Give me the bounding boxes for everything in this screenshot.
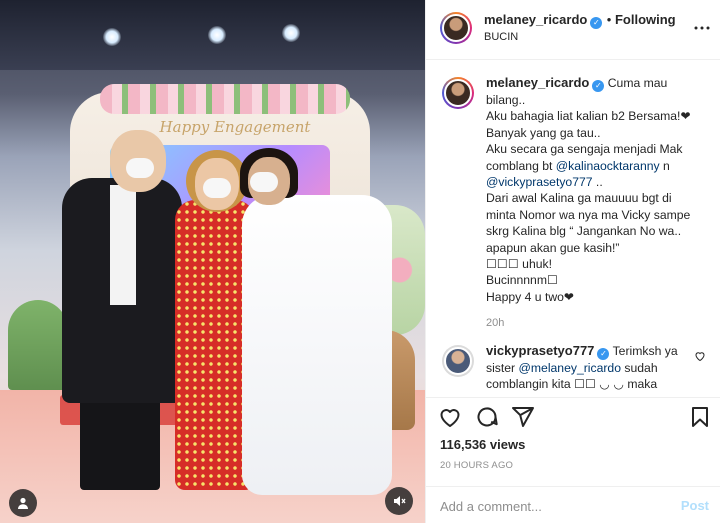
caption-line: bilang.. — [486, 93, 526, 107]
caption-username[interactable]: melaney_ricardo — [486, 75, 589, 90]
avatar[interactable] — [442, 77, 474, 109]
reply-first-line: Terimksh ya — [612, 344, 678, 358]
caption-comment: melaney_ricardo ✓ Cuma mau bilang.. Aku b… — [442, 75, 707, 335]
caption-line: apapun akan gue kasih!” — [486, 240, 620, 255]
caption-line: Aku secara ga sengaja menjadi Mak — [486, 142, 683, 157]
caption-line: ☐☐☐ uhuk! — [486, 257, 552, 272]
white-gown — [242, 195, 392, 495]
following-button[interactable]: Following — [615, 12, 676, 27]
caption-timestamp[interactable]: 20h — [486, 315, 696, 331]
studio-light — [282, 24, 300, 42]
header-user-row: melaney_ricardo ✓ • Following — [484, 11, 676, 29]
bookmark-icon[interactable] — [688, 405, 714, 431]
verified-badge-icon: ✓ — [592, 80, 605, 92]
studio-light — [208, 26, 226, 44]
man-shirt — [110, 185, 136, 305]
mention-link[interactable]: @vickyprasetyo777 — [486, 175, 593, 189]
potted-plant — [8, 300, 68, 390]
caption-line: melaney_ricardo ✓ Cuma mau — [486, 75, 696, 92]
more-icon[interactable] — [693, 19, 711, 37]
action-bar: 116,536 views 20 HOURS AGO Post — [426, 397, 720, 523]
caption-line: Banyak yang ga tau.. — [486, 125, 601, 140]
post-timestamp[interactable]: 20 HOURS AGO — [440, 460, 513, 471]
speaker-muted-icon[interactable] — [385, 487, 413, 515]
heart-icon[interactable] — [438, 405, 464, 431]
verified-badge-icon: ✓ — [597, 348, 610, 360]
small-heart-icon[interactable] — [694, 349, 706, 362]
share-icon[interactable] — [511, 405, 537, 431]
caption-line: @vickyprasetyo777 .. — [486, 174, 696, 190]
reply-line: comblangin kita ☐☐ ◡ ◡ maka — [486, 377, 658, 392]
face-mask — [126, 158, 154, 178]
view-count[interactable]: 116,536 views — [440, 437, 525, 452]
face-mask — [203, 178, 231, 198]
mention-link[interactable]: @kalinaocktaranny — [556, 159, 660, 173]
caption-first-line: Cuma mau — [607, 76, 668, 90]
caption-line: comblang bt @kalinaocktaranny n — [486, 158, 696, 174]
caption-text: melaney_ricardo ✓ Cuma mau bilang.. Aku b… — [486, 75, 696, 332]
caption-line: skrg Kalina blg “ Jangankan No wa.. — [486, 224, 682, 239]
engagement-sign: Happy Engagement — [159, 118, 311, 136]
post-panel: melaney_ricardo ✓ • Following BUCIN melan… — [425, 0, 720, 523]
reply-username[interactable]: vickyprasetyo777 — [486, 343, 594, 358]
flower-garland — [100, 84, 350, 114]
reply-line: vickyprasetyo777 ✓ Terimksh ya — [486, 343, 696, 360]
comment-icon[interactable] — [475, 405, 501, 431]
caption-fragment: n — [659, 158, 670, 173]
reply-fragment: sister — [486, 361, 519, 375]
separator-dot: • — [606, 12, 615, 27]
avatar[interactable] — [442, 345, 474, 377]
studio-light — [103, 28, 121, 46]
reply-text: vickyprasetyo777 ✓ Terimksh ya sister @me… — [486, 343, 696, 393]
reply-comment: vickyprasetyo777 ✓ Terimksh ya sister @me… — [442, 343, 707, 396]
caption-line: Aku bahagia liat kalian b2 Bersama!❤ — [486, 109, 691, 124]
reply-fragment: sudah — [621, 361, 658, 375]
header-username[interactable]: melaney_ricardo — [484, 12, 587, 27]
verified-badge-icon: ✓ — [590, 17, 603, 29]
mention-link[interactable]: @melaney_ricardo — [519, 361, 621, 375]
post-header: melaney_ricardo ✓ • Following BUCIN — [426, 0, 720, 60]
post-media[interactable]: Happy Engagement — [0, 0, 425, 523]
face-mask — [250, 172, 278, 192]
caption-fragment: comblang bt — [486, 158, 556, 173]
location-label[interactable]: BUCIN — [484, 31, 518, 43]
caption-fragment: .. — [592, 175, 603, 190]
caption-line: Happy 4 u two❤ — [486, 289, 575, 304]
post-button[interactable]: Post — [681, 498, 709, 513]
avatar[interactable] — [440, 12, 472, 44]
comments-list[interactable]: melaney_ricardo ✓ Cuma mau bilang.. Aku b… — [426, 61, 720, 396]
reply-line: sister @melaney_ricardo sudah — [486, 360, 696, 376]
caption-line: Bucinnnnm☐ — [486, 273, 558, 288]
comment-box: Post — [426, 486, 720, 523]
user-tag-icon[interactable] — [9, 489, 37, 517]
caption-line: Dari awal Kalina ga mauuuu bgt di — [486, 191, 672, 206]
comment-input[interactable] — [440, 495, 660, 517]
caption-line: minta Nomor wa nya ma Vicky sampe — [486, 207, 691, 222]
